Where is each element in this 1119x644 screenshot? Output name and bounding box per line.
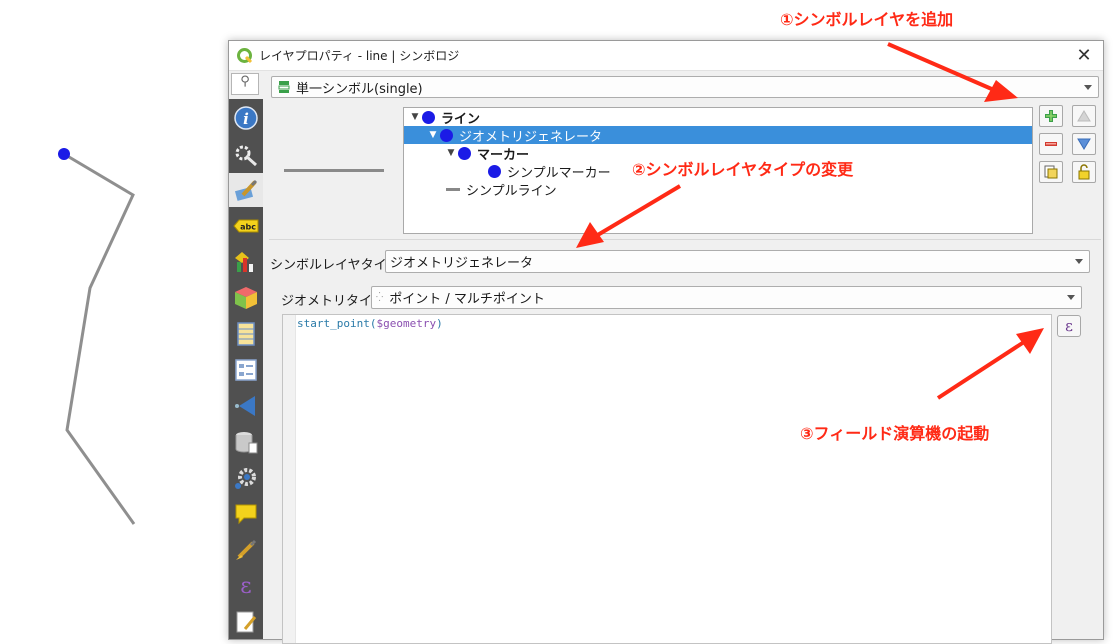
qgis-logo-icon — [237, 47, 253, 63]
lock-layer-button[interactable] — [1072, 161, 1096, 183]
window-title: レイヤプロパティ - line | シンボロジ — [259, 49, 460, 63]
move-down-button[interactable] — [1072, 133, 1096, 155]
svg-text:i: i — [243, 110, 249, 128]
svg-text:abc: abc — [240, 223, 256, 232]
chevron-down-icon — [1075, 259, 1083, 264]
arrow-down-icon — [1077, 138, 1091, 150]
renderer-value: 単一シンボル(single) — [296, 81, 423, 97]
database-icon — [235, 432, 258, 454]
tree-item-label: マーカー — [477, 147, 530, 163]
expression-text: start_point($geometry) — [297, 317, 443, 330]
symbol-preview — [284, 169, 384, 172]
geometry-type-label: ジオメトリタイプ — [281, 294, 386, 309]
expand-triangle-icon: ▼ — [429, 130, 437, 140]
arrow-up-icon — [1077, 110, 1091, 122]
map-canvas-line — [58, 148, 136, 525]
expression-builder-button[interactable]: ε — [1057, 315, 1081, 337]
sidebar-item-metadata[interactable] — [229, 605, 263, 639]
epsilon-icon: ε — [240, 573, 252, 599]
cube-icon — [235, 287, 257, 309]
geometry-type-value: ポイント / マルチポイント — [389, 292, 545, 307]
search-icon: ⚲ — [240, 74, 250, 89]
annotation-2: ②シンボルレイヤタイプの変更 — [632, 160, 854, 179]
brush-icon — [236, 539, 257, 560]
expand-triangle-icon: ▼ — [447, 148, 455, 158]
expand-triangle-icon: ▼ — [411, 112, 419, 122]
abc-label-icon: abc — [233, 219, 259, 233]
sidebar: i abc ε — [229, 99, 263, 639]
line-dash-icon — [446, 187, 460, 191]
editor-gutter — [283, 315, 296, 643]
marker-dot-icon — [488, 164, 501, 178]
sidebar-item-labels[interactable]: abc — [229, 209, 263, 243]
sidebar-item-3d-view[interactable] — [229, 281, 263, 315]
remove-layer-icon — [1045, 142, 1057, 146]
speech-bubble-icon — [235, 504, 257, 525]
diagram-icon — [235, 252, 253, 272]
duplicate-symbol-layer-button[interactable] — [1039, 161, 1063, 183]
chevron-down-icon — [1067, 295, 1075, 300]
sidebar-item-auxiliary-storage[interactable] — [229, 425, 263, 459]
chevron-down-icon — [1084, 85, 1092, 90]
marker-dot-icon — [458, 146, 471, 160]
sidebar-item-rendering[interactable] — [229, 533, 263, 567]
tree-item-line[interactable]: ▼ ライン — [404, 108, 1032, 127]
expression-variable: $geometry — [376, 317, 437, 330]
sidebar-item-information[interactable]: i — [229, 101, 263, 135]
sidebar-item-fields[interactable] — [229, 317, 263, 351]
symbol-layer-type-value: ジオメトリジェネレータ — [390, 256, 534, 271]
symbol-layer-type-dropdown[interactable]: ジオメトリジェネレータ — [385, 250, 1090, 273]
add-layer-icon — [1045, 110, 1057, 122]
settings-icon — [235, 145, 258, 167]
tree-item-label: ジオメトリジェネレータ — [459, 129, 603, 145]
sidebar-item-source[interactable] — [229, 137, 263, 171]
separator — [269, 239, 1101, 240]
expression-close-paren: ) — [436, 317, 443, 330]
gear-icon — [235, 468, 256, 489]
annotation-3: ③フィールド演算機の起動 — [800, 424, 990, 443]
info-icon: i — [234, 106, 258, 130]
expression-editor[interactable]: start_point($geometry) — [282, 314, 1052, 644]
remove-symbol-layer-button[interactable] — [1039, 133, 1063, 155]
tree-item-label: シンプルマーカー — [507, 165, 611, 181]
layer-properties-dialog: レイヤプロパティ - line | シンボロジ ✕ ⚲ i abc ε 単一シン… — [228, 40, 1104, 644]
sidebar-item-display[interactable] — [229, 497, 263, 531]
close-button[interactable]: ✕ — [1073, 45, 1095, 67]
sidebar-item-variables[interactable]: ε — [229, 569, 263, 603]
sidebar-item-symbology[interactable] — [229, 173, 263, 207]
geometry-type-dropdown[interactable]: ⁛ ポイント / マルチポイント — [371, 286, 1082, 309]
annotation-1: ①シンボルレイヤを追加 — [780, 10, 954, 29]
marker-dot-icon — [422, 110, 435, 124]
title-bar: レイヤプロパティ - line | シンボロジ ✕ — [229, 41, 1103, 71]
epsilon-icon: ε — [1065, 317, 1073, 335]
search-input[interactable]: ⚲ — [231, 73, 259, 95]
tree-item-geometry-generator[interactable]: ▼ ジオメトリジェネレータ — [404, 126, 1032, 145]
tree-item-label: ライン — [441, 111, 481, 127]
form-icon — [235, 359, 257, 381]
tree-item-simple-line[interactable]: シンプルライン — [404, 180, 1032, 199]
expression-function: start_point( — [297, 317, 377, 330]
join-icon — [235, 396, 255, 416]
add-symbol-layer-button[interactable] — [1039, 105, 1063, 127]
sidebar-item-diagrams[interactable] — [229, 245, 263, 279]
marker-dot-icon — [440, 128, 453, 142]
sidebar-item-attributes-form[interactable] — [229, 353, 263, 387]
move-up-button[interactable] — [1072, 105, 1096, 127]
lock-icon — [1078, 164, 1090, 180]
fields-icon — [237, 322, 255, 346]
document-edit-icon — [236, 611, 257, 633]
symbol-layer-type-label: シンボルレイヤタイプ — [270, 258, 400, 273]
duplicate-icon — [1044, 165, 1058, 179]
point-icon: ⁛ — [376, 292, 384, 303]
single-symbol-icon — [278, 81, 290, 93]
sidebar-item-joins[interactable] — [229, 389, 263, 423]
renderer-dropdown[interactable]: 単一シンボル(single) — [271, 76, 1099, 98]
tree-item-label: シンプルライン — [466, 183, 557, 199]
paintbrush-icon — [234, 179, 258, 201]
sidebar-item-actions[interactable] — [229, 461, 263, 495]
